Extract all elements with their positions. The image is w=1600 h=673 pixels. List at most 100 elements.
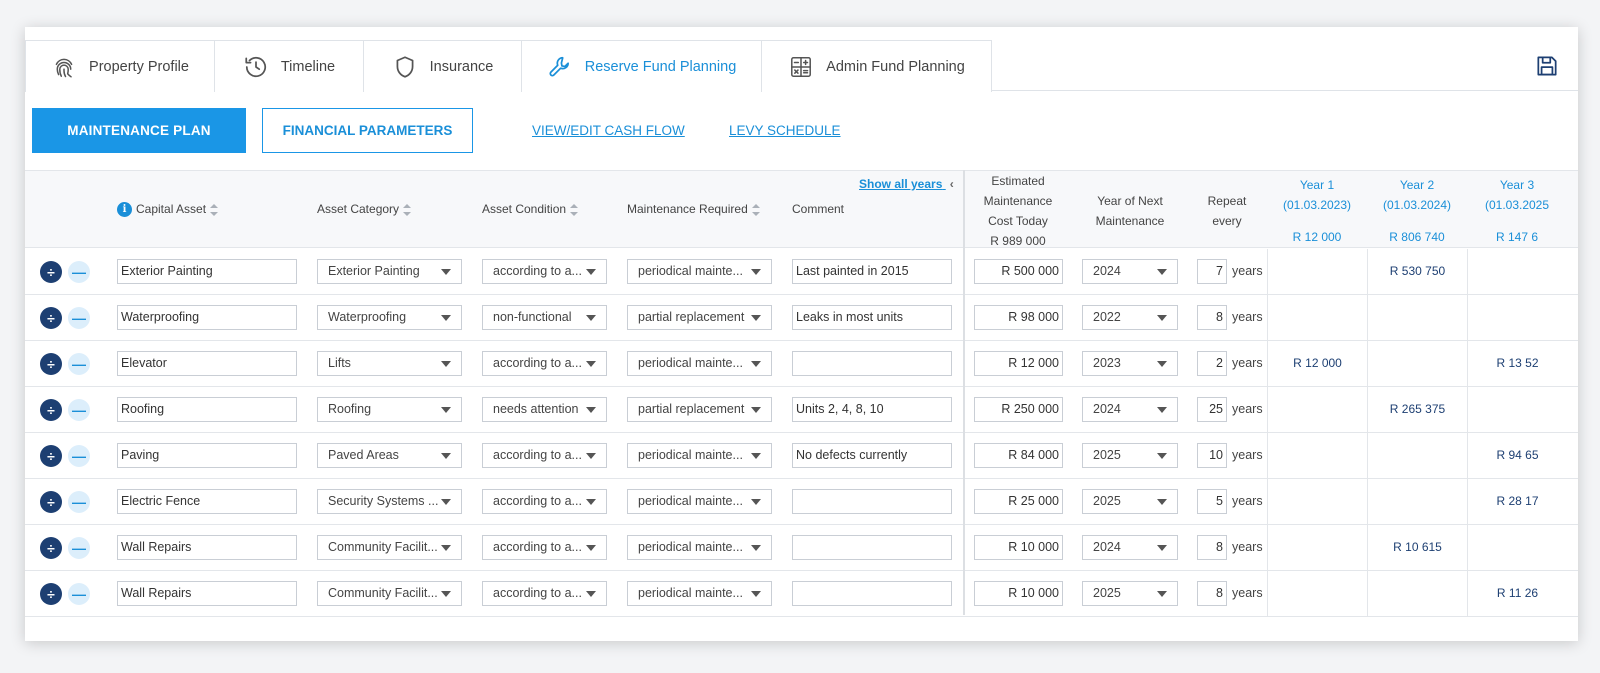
asset-condition-select[interactable]: non-functional <box>482 305 607 330</box>
capital-asset-input[interactable]: Wall Repairs <box>117 581 297 606</box>
split-icon[interactable]: ÷ <box>40 399 62 421</box>
split-icon[interactable]: ÷ <box>40 353 62 375</box>
capital-asset-input[interactable]: Wall Repairs <box>117 535 297 560</box>
repeat-every-input[interactable]: 8 <box>1197 535 1227 560</box>
asset-category-select[interactable]: Exterior Painting <box>317 259 462 284</box>
save-icon[interactable] <box>1534 53 1560 79</box>
asset-category-select[interactable]: Lifts <box>317 351 462 376</box>
repeat-every-input[interactable]: 5 <box>1197 489 1227 514</box>
split-icon[interactable]: ÷ <box>40 491 62 513</box>
sort-icon[interactable] <box>751 203 760 216</box>
tab-property-profile[interactable]: Property Profile <box>25 40 215 92</box>
remove-icon[interactable]: — <box>68 491 90 513</box>
info-icon[interactable]: i <box>117 202 132 218</box>
maintenance-required-select[interactable]: periodical mainte... <box>627 259 772 284</box>
next-year-select[interactable]: 2024 <box>1082 259 1178 284</box>
capital-asset-input[interactable]: Roofing <box>117 397 297 422</box>
estimated-cost-input[interactable]: R 500 000 <box>974 259 1063 284</box>
comment-input[interactable]: No defects currently <box>792 443 952 468</box>
asset-category-select[interactable]: Waterproofing <box>317 305 462 330</box>
next-year-select[interactable]: 2024 <box>1082 535 1178 560</box>
estimated-cost-input[interactable]: R 250 000 <box>974 397 1063 422</box>
asset-condition-select[interactable]: according to a... <box>482 259 607 284</box>
remove-icon[interactable]: — <box>68 353 90 375</box>
comment-input[interactable] <box>792 351 952 376</box>
next-year-select[interactable]: 2024 <box>1082 397 1178 422</box>
capital-asset-input[interactable]: Waterproofing <box>117 305 297 330</box>
comment-input[interactable]: Units 2, 4, 8, 10 <box>792 397 952 422</box>
split-icon[interactable]: ÷ <box>40 537 62 559</box>
capital-asset-input[interactable]: Paving <box>117 443 297 468</box>
next-year-select[interactable]: 2023 <box>1082 351 1178 376</box>
comment-input[interactable] <box>792 489 952 514</box>
remove-icon[interactable]: — <box>68 445 90 467</box>
asset-condition-select[interactable]: according to a... <box>482 581 607 606</box>
maintenance-required-select[interactable]: periodical mainte... <box>627 443 772 468</box>
header-maintenance-required[interactable]: Maintenance Required <box>627 202 760 216</box>
comment-input[interactable] <box>792 581 952 606</box>
capital-asset-input[interactable]: Elevator <box>117 351 297 376</box>
sort-icon[interactable] <box>210 203 219 216</box>
maintenance-required-select[interactable]: periodical mainte... <box>627 581 772 606</box>
estimated-cost-input[interactable]: R 84 000 <box>974 443 1063 468</box>
asset-category-select[interactable]: Roofing <box>317 397 462 422</box>
header-asset-category[interactable]: Asset Category <box>317 202 412 216</box>
sort-icon[interactable] <box>403 203 412 216</box>
estimated-cost-input[interactable]: R 10 000 <box>974 535 1063 560</box>
asset-category-select[interactable]: Community Facilit... <box>317 535 462 560</box>
remove-icon[interactable]: — <box>68 537 90 559</box>
next-year-select[interactable]: 2022 <box>1082 305 1178 330</box>
estimated-cost-input[interactable]: R 12 000 <box>974 351 1063 376</box>
tab-admin-fund-planning[interactable]: Admin Fund Planning <box>761 40 992 92</box>
estimated-cost-input[interactable]: R 98 000 <box>974 305 1063 330</box>
comment-input[interactable]: Leaks in most units <box>792 305 952 330</box>
maintenance-required-select[interactable]: periodical mainte... <box>627 535 772 560</box>
remove-icon[interactable]: — <box>68 399 90 421</box>
show-all-years-link[interactable]: Show all years ‹ <box>859 177 954 191</box>
comment-input[interactable] <box>792 535 952 560</box>
repeat-every-input[interactable]: 25 <box>1197 397 1227 422</box>
maintenance-plan-button[interactable]: MAINTENANCE PLAN <box>32 108 246 153</box>
split-icon[interactable]: ÷ <box>40 261 62 283</box>
remove-icon[interactable]: — <box>68 583 90 605</box>
asset-category-select[interactable]: Community Facilit... <box>317 581 462 606</box>
repeat-every-input[interactable]: 10 <box>1197 443 1227 468</box>
view-edit-cash-flow-link[interactable]: VIEW/EDIT CASH FLOW <box>532 123 685 138</box>
repeat-every-input[interactable]: 8 <box>1197 581 1227 606</box>
header-capital-asset[interactable]: i Capital Asset <box>117 202 219 218</box>
next-year-select[interactable]: 2025 <box>1082 489 1178 514</box>
split-icon[interactable]: ÷ <box>40 583 62 605</box>
next-year-select[interactable]: 2025 <box>1082 581 1178 606</box>
levy-schedule-link[interactable]: LEVY SCHEDULE <box>729 123 841 138</box>
maintenance-required-select[interactable]: periodical mainte... <box>627 489 772 514</box>
remove-icon[interactable]: — <box>68 307 90 329</box>
asset-condition-select[interactable]: according to a... <box>482 351 607 376</box>
header-asset-condition[interactable]: Asset Condition <box>482 202 579 216</box>
capital-asset-input[interactable]: Electric Fence <box>117 489 297 514</box>
maintenance-required-select[interactable]: periodical mainte... <box>627 351 772 376</box>
maintenance-required-select[interactable]: partial replacement <box>627 305 772 330</box>
sort-icon[interactable] <box>570 203 579 216</box>
tab-insurance[interactable]: Insurance <box>363 40 522 92</box>
next-year-select[interactable]: 2025 <box>1082 443 1178 468</box>
financial-parameters-button[interactable]: FINANCIAL PARAMETERS <box>262 108 473 153</box>
comment-input[interactable]: Last painted in 2015 <box>792 259 952 284</box>
tab-reserve-fund-planning[interactable]: Reserve Fund Planning <box>521 40 762 93</box>
repeat-every-input[interactable]: 8 <box>1197 305 1227 330</box>
estimated-cost-input[interactable]: R 10 000 <box>974 581 1063 606</box>
estimated-cost-input[interactable]: R 25 000 <box>974 489 1063 514</box>
asset-condition-select[interactable]: according to a... <box>482 489 607 514</box>
repeat-every-input[interactable]: 7 <box>1197 259 1227 284</box>
remove-icon[interactable]: — <box>68 261 90 283</box>
capital-asset-input[interactable]: Exterior Painting <box>117 259 297 284</box>
asset-category-select[interactable]: Security Systems ... <box>317 489 462 514</box>
tab-timeline[interactable]: Timeline <box>214 40 364 92</box>
asset-condition-select[interactable]: according to a... <box>482 535 607 560</box>
repeat-every-input[interactable]: 2 <box>1197 351 1227 376</box>
asset-condition-select[interactable]: needs attention <box>482 397 607 422</box>
maintenance-required-select[interactable]: partial replacement <box>627 397 772 422</box>
split-icon[interactable]: ÷ <box>40 445 62 467</box>
split-icon[interactable]: ÷ <box>40 307 62 329</box>
asset-category-select[interactable]: Paved Areas <box>317 443 462 468</box>
asset-condition-select[interactable]: according to a... <box>482 443 607 468</box>
